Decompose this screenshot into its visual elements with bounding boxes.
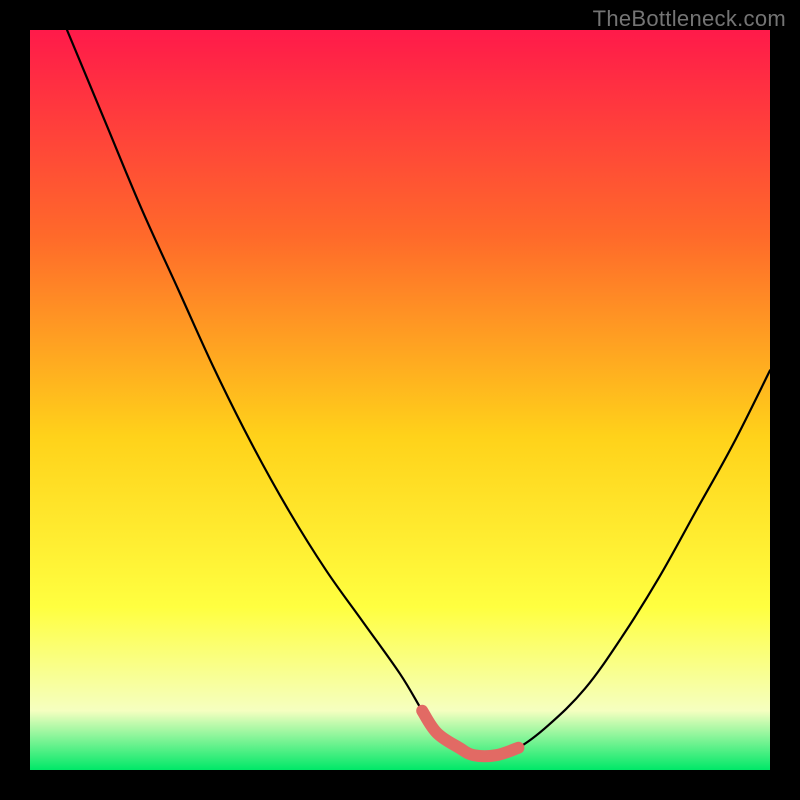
credit-label: TheBottleneck.com	[593, 6, 786, 32]
plot-area	[30, 30, 770, 770]
chart-container: TheBottleneck.com	[0, 0, 800, 800]
gradient-background	[30, 30, 770, 770]
chart-svg	[30, 30, 770, 770]
